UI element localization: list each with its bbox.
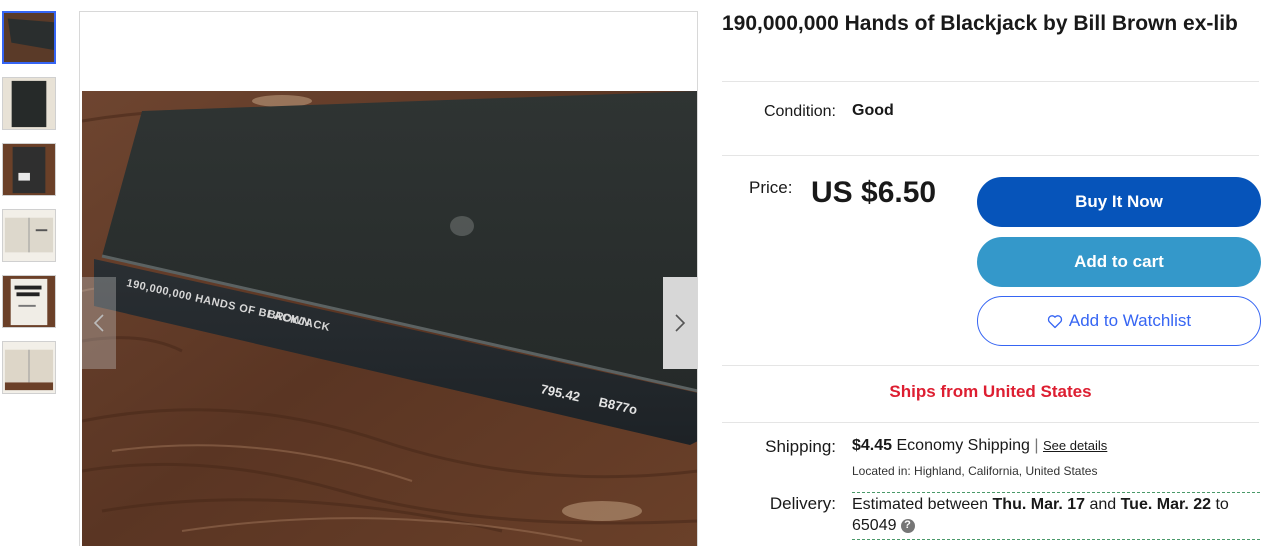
shipping-separator: | <box>1034 437 1039 454</box>
divider <box>722 422 1259 423</box>
main-image-frame: 190,000,000 HANDS OF BLACKJACK BROWN 795… <box>79 11 698 546</box>
price-label: Price: <box>749 178 793 197</box>
previous-image-button[interactable] <box>82 277 116 369</box>
divider <box>722 81 1259 82</box>
heart-icon <box>1047 314 1063 328</box>
condition-label: Condition: <box>763 103 836 120</box>
add-to-cart-label: Add to cart <box>1074 252 1164 271</box>
delivery-label: Delivery: <box>769 494 836 513</box>
next-image-button[interactable] <box>663 277 697 369</box>
shipping-cost: $4.45 <box>852 437 893 454</box>
shipping-method: Economy Shipping <box>896 437 1030 454</box>
chevron-left-icon <box>93 314 104 332</box>
add-to-cart-button[interactable]: Add to cart <box>977 237 1261 287</box>
thumbnail-6[interactable] <box>2 341 56 394</box>
thumbnail-4[interactable] <box>2 209 56 262</box>
book-photo: 190,000,000 HANDS OF BLACKJACK BROWN 795… <box>82 91 697 546</box>
delivery-middle: and <box>1085 496 1121 513</box>
delivery-start-date: Thu. Mar. 17 <box>992 496 1085 513</box>
add-to-watchlist-label: Add to Watchlist <box>1068 311 1192 330</box>
chevron-right-icon <box>675 314 686 332</box>
divider <box>722 155 1259 156</box>
delivery-estimate: Estimated between Thu. Mar. 17 and Tue. … <box>852 492 1260 540</box>
delivery-end-date: Tue. Mar. 22 <box>1120 496 1211 513</box>
thumbnail-5[interactable] <box>2 275 56 328</box>
thumbnail-1[interactable] <box>2 11 56 64</box>
delivery-prefix: Estimated between <box>852 496 993 513</box>
shipping-info: $4.45 Economy Shipping | See details <box>852 437 1107 455</box>
item-location: Located in: Highland, California, United… <box>852 464 1098 478</box>
add-to-watchlist-button[interactable]: Add to Watchlist <box>977 296 1261 346</box>
ships-from-banner: Ships from United States <box>889 382 1092 401</box>
buy-it-now-label: Buy It Now <box>1075 192 1163 211</box>
divider <box>722 365 1259 366</box>
condition-value: Good <box>852 102 894 119</box>
buy-it-now-button[interactable]: Buy It Now <box>977 177 1261 227</box>
thumbnail-3[interactable] <box>2 143 56 196</box>
shipping-label: Shipping: <box>765 437 836 456</box>
see-details-link[interactable]: See details <box>1043 438 1107 453</box>
question-icon[interactable]: ? <box>900 518 915 533</box>
price-value: US $6.50 <box>811 176 937 209</box>
listing-title: 190,000,000 Hands of Blackjack by Bill B… <box>722 12 1238 35</box>
thumbnail-2[interactable] <box>2 77 56 130</box>
